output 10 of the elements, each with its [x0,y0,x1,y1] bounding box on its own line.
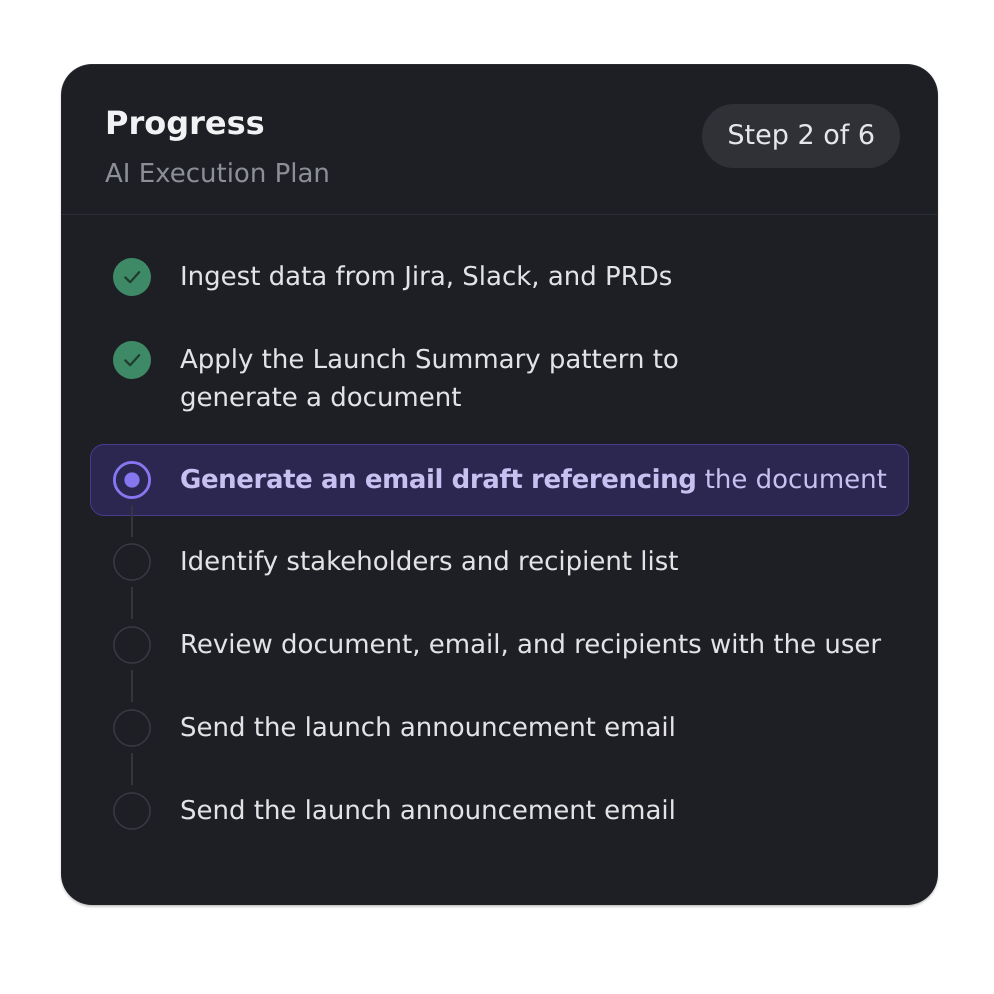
step-label: Review document, email, and recipients with the user [180,629,882,662]
card-subtitle: AI Execution Plan [105,158,330,190]
step-label: Apply the Launch Summary pattern to generate a document [180,344,679,415]
card-title: Progress [105,103,266,143]
step-label: Generate an email draft referencing the document [180,464,887,497]
step-label: Identify stakeholders and recipient list [180,546,678,579]
step-label: Send the launch announcement email [180,795,676,828]
step-counter-badge: Step 2 of 6 [702,104,900,168]
step-label: Send the launch announcement email [180,712,676,745]
step-label: Ingest data from Jira, Slack, and PRDs [180,261,672,294]
